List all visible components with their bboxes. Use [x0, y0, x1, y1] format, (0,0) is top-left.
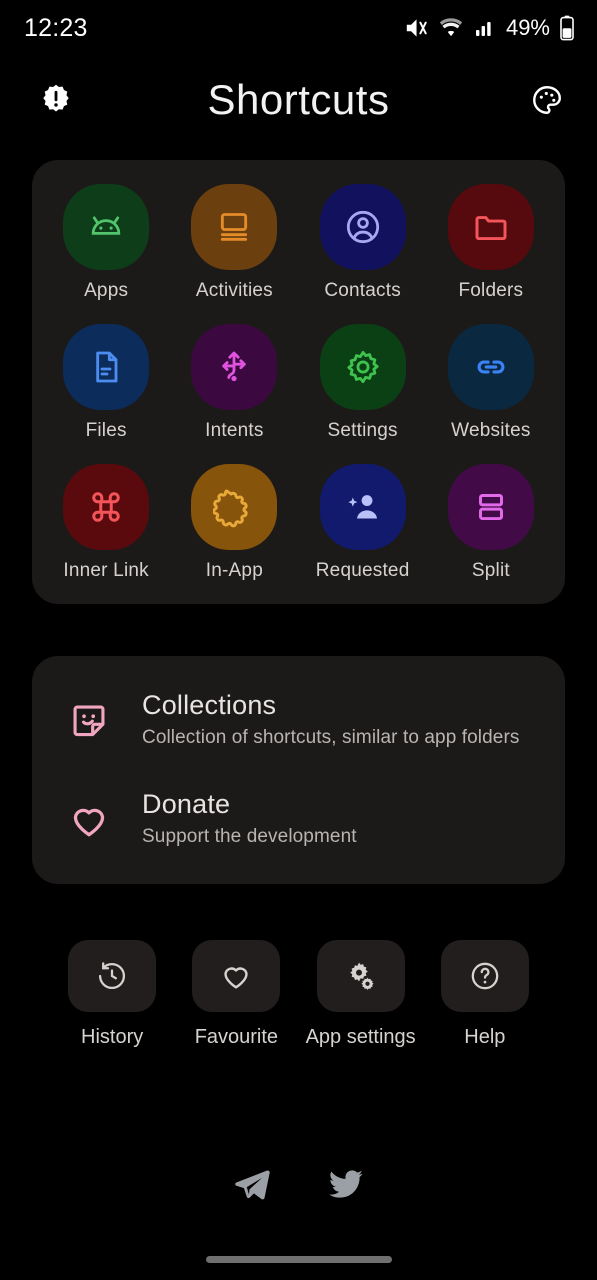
quick-action-history[interactable]: History [50, 940, 174, 1049]
list-item-subtitle: Collection of shortcuts, similar to app … [142, 727, 520, 748]
tile-label: In-App [205, 560, 263, 581]
shortcut-tile-settings[interactable]: Settings [299, 324, 427, 442]
tile-label: Split [471, 560, 510, 581]
tile-icon-background [319, 464, 406, 550]
tile-icon-background [63, 464, 150, 550]
android-navigation-bar [0, 1238, 597, 1280]
list-item-text: Collections Collection of shortcuts, sim… [142, 690, 519, 749]
list-item-title: Collections [142, 690, 277, 720]
status-bar: 12:23 49% [0, 0, 597, 56]
list-item-subtitle: Support the development [142, 826, 357, 847]
main-content: Apps Activities Contacts Folders Files I… [0, 144, 597, 1238]
quick-action-label: History [81, 1026, 144, 1048]
list-item-text: Donate Support the development [142, 789, 357, 848]
tile-label: Apps [84, 280, 129, 301]
shortcut-grid-card: Apps Activities Contacts Folders Files I… [32, 160, 565, 604]
quick-action-label: Favourite [194, 1026, 279, 1048]
tile-icon-background [191, 184, 278, 270]
quick-action-app-settings[interactable]: App settings [299, 940, 423, 1049]
footer-social-links [32, 1142, 565, 1238]
tile-label: Settings [327, 420, 398, 441]
shortcut-tile-activities[interactable]: Activities [170, 184, 298, 302]
tile-icon-background [447, 464, 534, 550]
mute-icon [403, 15, 429, 41]
tile-label: Websites [451, 420, 531, 441]
tile-icon-background [191, 464, 278, 550]
shortcut-tile-folders[interactable]: Folders [427, 184, 555, 302]
tile-icon-background [63, 184, 150, 270]
tile-label: Intents [205, 420, 264, 441]
new-releases-icon[interactable] [34, 78, 78, 122]
tile-label: Folders [458, 280, 524, 301]
tile-icon-background [447, 184, 534, 270]
palette-icon[interactable] [525, 78, 569, 122]
shortcut-tile-requested[interactable]: Requested [299, 464, 427, 582]
tile-icon-background [447, 324, 534, 410]
gesture-pill[interactable] [205, 1255, 392, 1263]
tile-label: Requested [315, 560, 410, 581]
tile-label: Files [85, 420, 127, 441]
shortcut-tile-files[interactable]: Files [42, 324, 170, 442]
twitter-icon[interactable] [323, 1162, 369, 1208]
battery-icon [559, 15, 575, 41]
quick-actions-row: History Favourite App settings Help [32, 940, 565, 1049]
shortcut-tile-in-app[interactable]: In-App [170, 464, 298, 582]
list-item-title: Donate [142, 789, 231, 819]
list-item-donate[interactable]: Donate Support the development [32, 769, 565, 868]
shortcut-tile-inner-link[interactable]: Inner Link [42, 464, 170, 582]
menu-list-card: Collections Collection of shortcuts, sim… [32, 656, 565, 884]
quick-action-help[interactable]: Help [423, 940, 547, 1049]
app-bar: Shortcuts [0, 56, 597, 144]
phone-screen: 12:23 49% Shortcuts Apps Activities Cont… [0, 0, 597, 1280]
quick-action-button[interactable] [316, 940, 405, 1012]
page-title: Shortcuts [207, 76, 390, 123]
shortcut-tile-contacts[interactable]: Contacts [299, 184, 427, 302]
wifi-icon [438, 15, 464, 41]
tile-icon-background [63, 324, 150, 410]
quick-action-label: App settings [305, 1026, 416, 1048]
quick-action-label: Help [464, 1026, 506, 1048]
quick-action-button[interactable] [440, 940, 529, 1012]
tile-icon-background [319, 184, 406, 270]
shortcut-tile-intents[interactable]: Intents [170, 324, 298, 442]
tile-label: Activities [195, 280, 273, 301]
cellular-signal-icon [473, 16, 497, 40]
telegram-icon[interactable] [229, 1162, 275, 1208]
sticker-smile-icon [66, 698, 112, 744]
shortcut-tile-apps[interactable]: Apps [42, 184, 170, 302]
heart-outline-icon [66, 797, 112, 843]
list-item-collections[interactable]: Collections Collection of shortcuts, sim… [32, 670, 565, 769]
tile-icon-background [319, 324, 406, 410]
battery-percent-label: 49% [505, 15, 550, 40]
tile-label: Contacts [324, 280, 401, 301]
quick-action-button[interactable] [68, 940, 157, 1012]
quick-action-favourite[interactable]: Favourite [174, 940, 298, 1049]
status-bar-clock: 12:23 [24, 13, 88, 42]
quick-action-button[interactable] [192, 940, 281, 1012]
shortcut-tile-split[interactable]: Split [427, 464, 555, 582]
tile-icon-background [191, 324, 278, 410]
tile-label: Inner Link [63, 560, 149, 581]
status-bar-icons: 49% [403, 15, 575, 41]
shortcut-tile-websites[interactable]: Websites [427, 324, 555, 442]
shortcut-grid: Apps Activities Contacts Folders Files I… [42, 184, 555, 582]
